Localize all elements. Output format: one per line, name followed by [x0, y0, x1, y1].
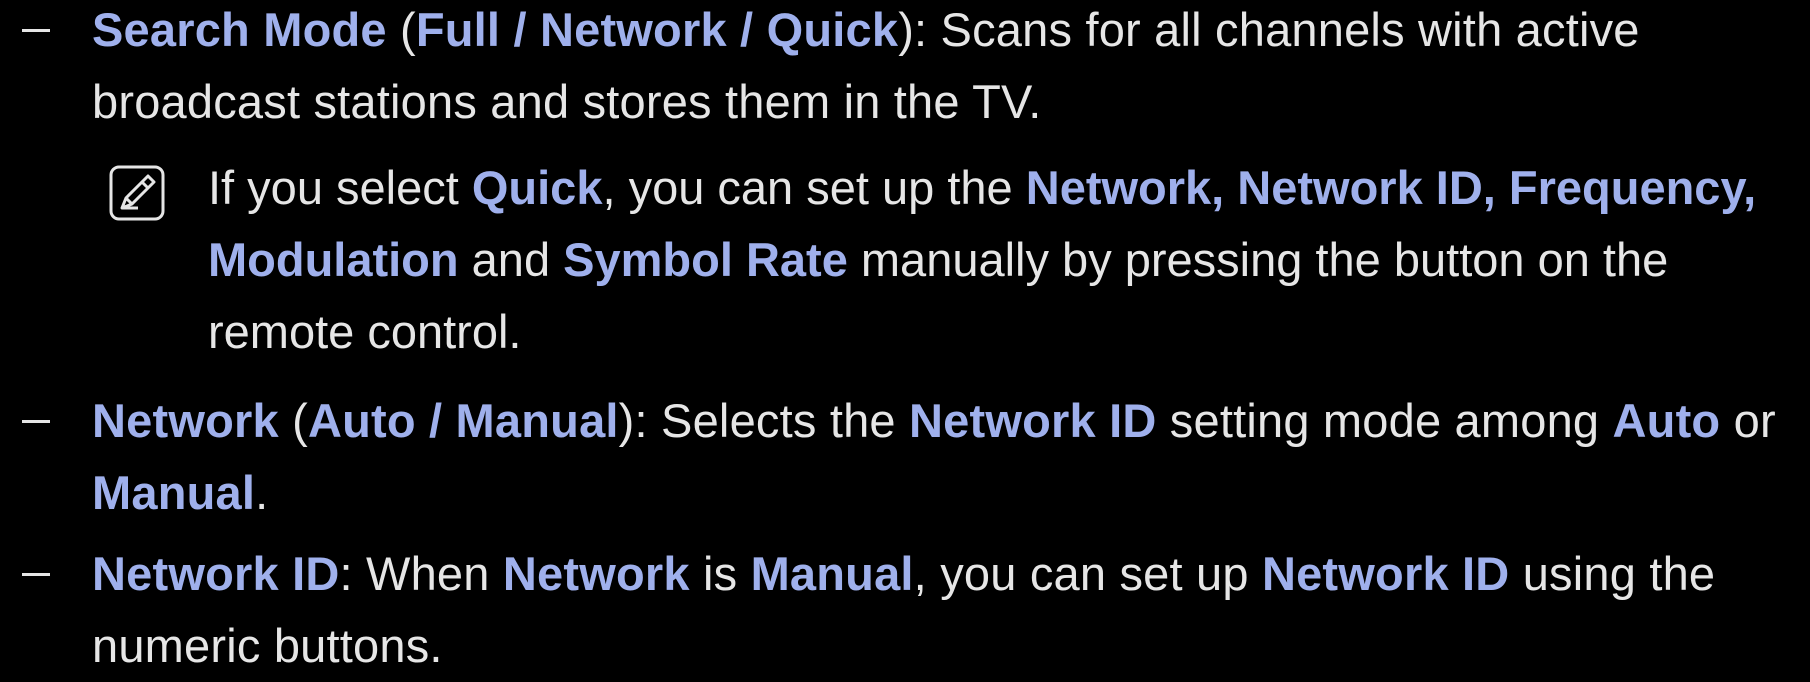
network-id-item: Network ID: When Network is Manual, you …: [92, 538, 1792, 682]
text: .: [255, 466, 269, 519]
network-term: Network: [502, 547, 690, 600]
search-mode-item: Search Mode (Full / Network / Quick): Sc…: [92, 0, 1792, 138]
text: If you select: [208, 161, 472, 214]
text: and: [458, 233, 564, 286]
quick-term: Quick: [471, 161, 603, 214]
network-id-term: Network ID: [909, 394, 1157, 447]
network-id-term: Network ID: [92, 547, 340, 600]
network-id-term: Network ID: [1261, 547, 1510, 600]
dash-bullet: [22, 538, 66, 610]
dash-bullet: [22, 385, 66, 457]
search-mode-options: Full / Network / Quick: [415, 3, 899, 56]
quick-note: If you select Quick, you can set up the …: [109, 152, 1788, 368]
dash-bullet: [22, 0, 66, 66]
search-mode-term: Search Mode: [92, 3, 387, 56]
note-pencil-icon: [108, 164, 166, 222]
text: , you can set up: [913, 547, 1262, 600]
text: or: [1720, 394, 1776, 447]
text: (: [386, 3, 416, 56]
network-term: Network: [92, 394, 279, 447]
text: : When: [339, 547, 503, 600]
symbol-rate-term: Symbol Rate: [563, 233, 848, 286]
auto-term: Auto: [1612, 394, 1721, 447]
text: is: [689, 547, 751, 600]
text: (: [278, 394, 308, 447]
manual-term: Manual: [750, 547, 914, 600]
text: setting mode among: [1156, 394, 1613, 447]
network-options: Auto / Manual: [307, 394, 619, 447]
text: ): Selects the: [618, 394, 910, 447]
manual-term: Manual: [92, 466, 256, 519]
text: , you can set up the: [602, 161, 1026, 214]
network-item: Network (Auto / Manual): Selects the Net…: [92, 385, 1792, 529]
